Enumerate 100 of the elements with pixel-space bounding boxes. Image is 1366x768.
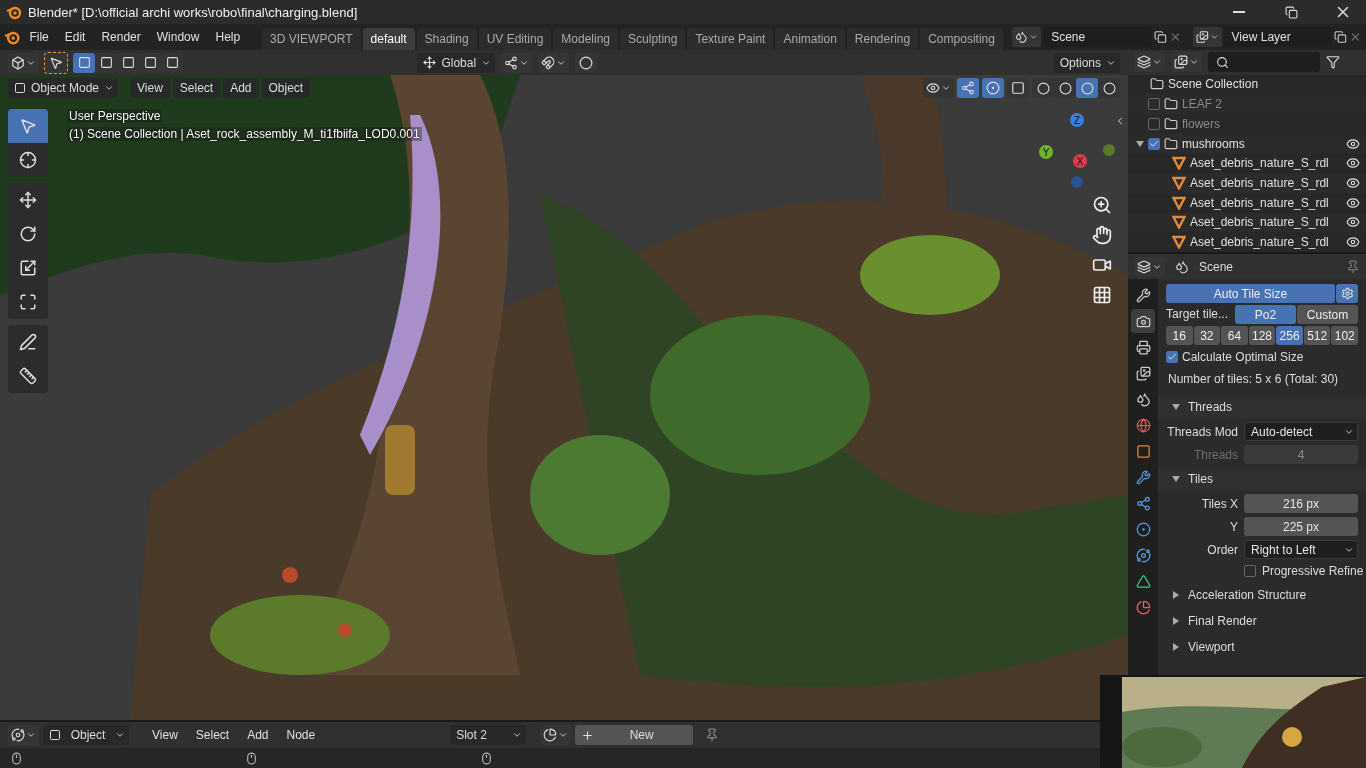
tile-size-button[interactable]: 64: [1221, 326, 1248, 345]
checkbox[interactable]: [1148, 117, 1160, 130]
workspace-tab[interactable]: Compositing: [920, 28, 1003, 50]
outliner-item[interactable]: Aset_debris_nature_S_rdl: [1190, 176, 1342, 190]
snap-button[interactable]: [538, 52, 570, 73]
target-option-button[interactable]: Custom: [1297, 305, 1358, 324]
workspace-tab[interactable]: 3D VIEWPORT: [262, 28, 361, 50]
collapse-arrow-icon[interactable]: [1172, 475, 1180, 483]
expand-arrow-icon[interactable]: [1172, 617, 1180, 625]
node-menu[interactable]: Node: [279, 726, 323, 744]
pin-icon[interactable]: [1346, 259, 1360, 274]
search-icon: [1216, 55, 1229, 69]
select-mode-button[interactable]: [161, 52, 183, 73]
tile-size-button[interactable]: 32: [1193, 326, 1221, 345]
images-icon: [1135, 365, 1151, 381]
select-mode-button[interactable]: [73, 52, 95, 73]
number-field[interactable]: 225 px: [1244, 517, 1358, 536]
auto-tile-size-button[interactable]: Auto Tile Size: [1166, 284, 1335, 303]
menu-item[interactable]: Render: [94, 28, 148, 46]
tile-size-button[interactable]: 102: [1331, 326, 1359, 345]
options-dropdown[interactable]: Options: [1053, 52, 1120, 73]
target-option-button[interactable]: Po2: [1235, 305, 1296, 324]
tile-size-button[interactable]: 128: [1248, 326, 1276, 345]
square-icon: [121, 56, 135, 69]
collapse-arrow-icon[interactable]: [1136, 139, 1144, 148]
dropdown-field[interactable]: Auto-detect: [1244, 422, 1358, 441]
expand-arrow-icon[interactable]: [1172, 591, 1180, 599]
tiles-info-text: Number of tiles: 5 x 6 (Total: 30): [1167, 371, 1340, 388]
new-material-button[interactable]: New: [575, 725, 694, 745]
number-field[interactable]: 216 px: [1244, 494, 1358, 513]
menu-item[interactable]: Help: [208, 28, 248, 46]
menu-item[interactable]: Edit: [57, 28, 93, 46]
panel-header[interactable]: Threads: [1158, 396, 1366, 418]
outliner-item[interactable]: Scene Collection: [1168, 77, 1366, 92]
select-tool-button[interactable]: [45, 52, 67, 73]
menu-item[interactable]: File: [22, 28, 56, 46]
outliner-item[interactable]: flowers: [1182, 116, 1366, 131]
scene-field[interactable]: Scene: [1043, 27, 1153, 47]
copy-icon[interactable]: [1334, 30, 1348, 44]
eye-icon[interactable]: [1346, 195, 1360, 210]
outliner-item[interactable]: Aset_debris_nature_S_rdl: [1190, 195, 1342, 210]
checkbox[interactable]: [1148, 137, 1160, 150]
editor-type-button[interactable]: [8, 725, 39, 745]
view-layer-button[interactable]: [1171, 52, 1202, 73]
menu-item[interactable]: Window: [149, 28, 207, 46]
select-mode-button[interactable]: [95, 52, 117, 73]
workspace-tab[interactable]: Sculpting: [620, 28, 686, 50]
outliner-item[interactable]: Aset_debris_nature_S_rdl: [1190, 156, 1342, 171]
tile-size-button[interactable]: 512: [1303, 326, 1331, 345]
dropdown-field[interactable]: Right to Left: [1244, 540, 1358, 559]
workspace-tab[interactable]: Rendering: [846, 28, 919, 50]
eye-icon[interactable]: [1346, 156, 1360, 171]
pin-icon[interactable]: [705, 728, 720, 742]
filter-icon[interactable]: [1326, 55, 1340, 70]
workspace-tab[interactable]: Animation: [775, 28, 845, 50]
eye-icon[interactable]: [1346, 136, 1360, 151]
copy-icon[interactable]: [1154, 30, 1167, 44]
search-field[interactable]: [1208, 52, 1320, 73]
editor-type-button[interactable]: [8, 52, 39, 73]
proportional-edit-button[interactable]: [575, 52, 598, 73]
settings-button[interactable]: [1336, 284, 1358, 303]
checkbox[interactable]: [1148, 98, 1160, 111]
editor-type-button[interactable]: [1134, 256, 1165, 277]
eye-icon[interactable]: [1346, 235, 1360, 250]
field-label: Y: [1229, 519, 1238, 534]
display-mode-button[interactable]: [1134, 52, 1165, 73]
properties-tab[interactable]: [1131, 309, 1155, 333]
material-browse-button[interactable]: [540, 725, 572, 745]
images-icon: [1174, 55, 1188, 70]
slot-dropdown[interactable]: Slot 2: [450, 725, 527, 745]
tile-size-button[interactable]: 16: [1166, 326, 1193, 345]
view-layer-field[interactable]: View Layer: [1223, 27, 1333, 47]
eye-icon[interactable]: [1346, 215, 1360, 230]
tile-size-button[interactable]: 256: [1276, 326, 1303, 345]
view-layer-selector-button[interactable]: [1192, 27, 1222, 47]
workspace-tab[interactable]: UV Editing: [478, 28, 552, 50]
object-dropdown[interactable]: Object: [43, 725, 129, 745]
node-menu[interactable]: View: [145, 726, 185, 744]
panel-header[interactable]: Tiles: [1158, 468, 1366, 490]
workspace-tab[interactable]: Shading: [416, 28, 477, 50]
checkbox[interactable]: [1244, 564, 1256, 577]
caret-icon: [512, 730, 523, 740]
collapse-arrow-icon[interactable]: [1172, 403, 1180, 411]
workspace-tab[interactable]: default: [362, 28, 415, 50]
workspace-tab[interactable]: Modeling: [553, 28, 619, 50]
expand-arrow-icon[interactable]: [1172, 643, 1180, 651]
outliner-item[interactable]: mushrooms: [1182, 136, 1342, 151]
orientation-dropdown[interactable]: Global: [417, 52, 496, 73]
outliner-item[interactable]: LEAF 2: [1182, 97, 1366, 112]
mouse-icon: [10, 751, 23, 765]
collection-icon: [1164, 136, 1178, 151]
node-menu[interactable]: Add: [240, 726, 276, 744]
outliner-item[interactable]: Aset_debris_nature_S_rdl: [1190, 215, 1342, 230]
scene-selector-button[interactable]: [1012, 27, 1042, 47]
outliner-item[interactable]: Aset_debris_nature_S_rdl: [1190, 235, 1342, 250]
pivot-button[interactable]: [501, 52, 533, 73]
workspace-tab[interactable]: Texture Paint: [687, 28, 774, 50]
node-menu[interactable]: Select: [188, 726, 237, 744]
eye-icon[interactable]: [1346, 176, 1360, 190]
checkbox[interactable]: [1166, 350, 1178, 363]
